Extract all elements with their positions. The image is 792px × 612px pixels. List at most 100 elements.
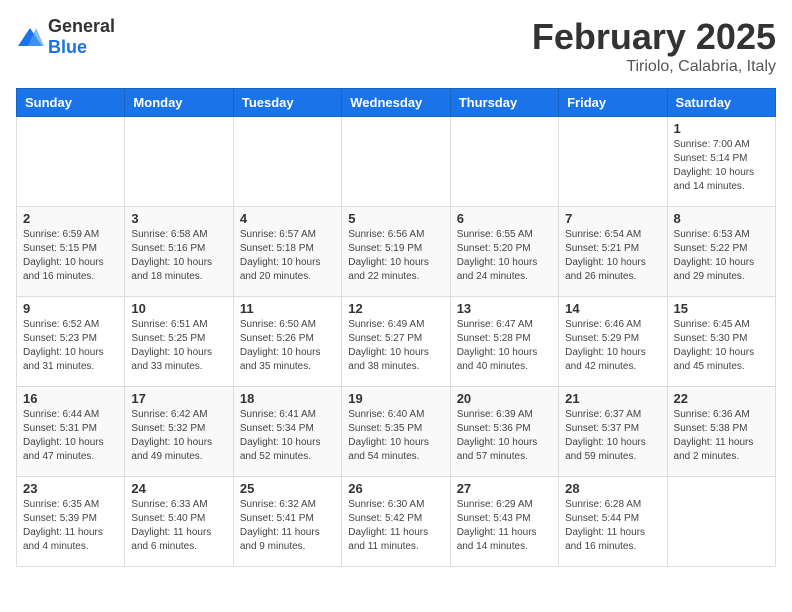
calendar-cell: 8 Sunrise: 6:53 AM Sunset: 5:22 PM Daylig… bbox=[667, 207, 775, 297]
calendar-cell: 23 Sunrise: 6:35 AM Sunset: 5:39 PM Dayli… bbox=[17, 477, 125, 567]
day-info: Sunrise: 6:41 AM Sunset: 5:34 PM Dayligh… bbox=[240, 408, 335, 464]
calendar-week-row: 1Sunrise: 7:00 AM Sunset: 5:14 PM Daylig… bbox=[17, 117, 776, 207]
day-number: 11 bbox=[240, 301, 335, 316]
day-info: Sunrise: 6:44 AM Sunset: 5:31 PM Dayligh… bbox=[23, 408, 118, 464]
day-number: 21 bbox=[565, 391, 660, 406]
calendar-cell: 13 Sunrise: 6:47 AM Sunset: 5:28 PM Dayli… bbox=[450, 297, 558, 387]
calendar-cell: 16Sunrise: 6:44 AM Sunset: 5:31 PM Dayli… bbox=[17, 387, 125, 477]
calendar-cell: 5 Sunrise: 6:56 AM Sunset: 5:19 PM Daylig… bbox=[342, 207, 450, 297]
day-info: Sunrise: 6:51 AM Sunset: 5:25 PM Dayligh… bbox=[131, 318, 226, 374]
day-info: Sunrise: 6:57 AM Sunset: 5:18 PM Dayligh… bbox=[240, 228, 335, 284]
day-info: Sunrise: 6:49 AM Sunset: 5:27 PM Dayligh… bbox=[348, 318, 443, 374]
calendar-cell: 11 Sunrise: 6:50 AM Sunset: 5:26 PM Dayli… bbox=[233, 297, 341, 387]
day-number: 15 bbox=[674, 301, 769, 316]
day-info: Sunrise: 6:53 AM Sunset: 5:22 PM Dayligh… bbox=[674, 228, 769, 284]
calendar-cell: 19Sunrise: 6:40 AM Sunset: 5:35 PM Dayli… bbox=[342, 387, 450, 477]
day-number: 23 bbox=[23, 481, 118, 496]
calendar-cell: 27 Sunrise: 6:29 AM Sunset: 5:43 PM Dayli… bbox=[450, 477, 558, 567]
calendar-cell: 22 Sunrise: 6:36 AM Sunset: 5:38 PM Dayli… bbox=[667, 387, 775, 477]
day-number: 10 bbox=[131, 301, 226, 316]
day-number: 4 bbox=[240, 211, 335, 226]
calendar-cell: 26 Sunrise: 6:30 AM Sunset: 5:42 PM Dayli… bbox=[342, 477, 450, 567]
day-info: Sunrise: 6:30 AM Sunset: 5:42 PM Dayligh… bbox=[348, 498, 443, 554]
day-number: 25 bbox=[240, 481, 335, 496]
calendar-cell: 24Sunrise: 6:33 AM Sunset: 5:40 PM Dayli… bbox=[125, 477, 233, 567]
day-number: 27 bbox=[457, 481, 552, 496]
day-header-sunday: Sunday bbox=[17, 89, 125, 117]
calendar-cell: 9 Sunrise: 6:52 AM Sunset: 5:23 PM Daylig… bbox=[17, 297, 125, 387]
calendar-cell: 25Sunrise: 6:32 AM Sunset: 5:41 PM Dayli… bbox=[233, 477, 341, 567]
calendar-cell bbox=[17, 117, 125, 207]
day-info: Sunrise: 6:29 AM Sunset: 5:43 PM Dayligh… bbox=[457, 498, 552, 554]
day-header-monday: Monday bbox=[125, 89, 233, 117]
day-info: Sunrise: 6:35 AM Sunset: 5:39 PM Dayligh… bbox=[23, 498, 118, 554]
day-info: Sunrise: 6:36 AM Sunset: 5:38 PM Dayligh… bbox=[674, 408, 769, 464]
calendar-week-row: 23 Sunrise: 6:35 AM Sunset: 5:39 PM Dayli… bbox=[17, 477, 776, 567]
calendar-cell: 17Sunrise: 6:42 AM Sunset: 5:32 PM Dayli… bbox=[125, 387, 233, 477]
day-info: Sunrise: 6:37 AM Sunset: 5:37 PM Dayligh… bbox=[565, 408, 660, 464]
day-number: 1 bbox=[674, 121, 769, 136]
day-header-wednesday: Wednesday bbox=[342, 89, 450, 117]
calendar-cell: 1Sunrise: 7:00 AM Sunset: 5:14 PM Daylig… bbox=[667, 117, 775, 207]
day-info: Sunrise: 6:56 AM Sunset: 5:19 PM Dayligh… bbox=[348, 228, 443, 284]
calendar-cell: 7Sunrise: 6:54 AM Sunset: 5:21 PM Daylig… bbox=[559, 207, 667, 297]
calendar-cell bbox=[125, 117, 233, 207]
day-number: 24 bbox=[131, 481, 226, 496]
calendar-week-row: 16Sunrise: 6:44 AM Sunset: 5:31 PM Dayli… bbox=[17, 387, 776, 477]
day-number: 22 bbox=[674, 391, 769, 406]
calendar-cell bbox=[450, 117, 558, 207]
calendar-cell: 2 Sunrise: 6:59 AM Sunset: 5:15 PM Daylig… bbox=[17, 207, 125, 297]
day-info: Sunrise: 6:59 AM Sunset: 5:15 PM Dayligh… bbox=[23, 228, 118, 284]
day-number: 5 bbox=[348, 211, 443, 226]
calendar-week-row: 2 Sunrise: 6:59 AM Sunset: 5:15 PM Daylig… bbox=[17, 207, 776, 297]
day-number: 26 bbox=[348, 481, 443, 496]
day-number: 2 bbox=[23, 211, 118, 226]
day-header-friday: Friday bbox=[559, 89, 667, 117]
calendar-cell: 4 Sunrise: 6:57 AM Sunset: 5:18 PM Daylig… bbox=[233, 207, 341, 297]
calendar-week-row: 9 Sunrise: 6:52 AM Sunset: 5:23 PM Daylig… bbox=[17, 297, 776, 387]
day-number: 12 bbox=[348, 301, 443, 316]
day-info: Sunrise: 6:50 AM Sunset: 5:26 PM Dayligh… bbox=[240, 318, 335, 374]
day-info: Sunrise: 6:55 AM Sunset: 5:20 PM Dayligh… bbox=[457, 228, 552, 284]
day-number: 17 bbox=[131, 391, 226, 406]
calendar-cell: 14 Sunrise: 6:46 AM Sunset: 5:29 PM Dayli… bbox=[559, 297, 667, 387]
logo-icon bbox=[16, 26, 44, 48]
logo-blue: Blue bbox=[48, 37, 87, 57]
day-number: 28 bbox=[565, 481, 660, 496]
month-title: February 2025 bbox=[532, 16, 776, 58]
logo-general: General bbox=[48, 16, 115, 36]
day-number: 9 bbox=[23, 301, 118, 316]
day-number: 14 bbox=[565, 301, 660, 316]
logo: General Blue bbox=[16, 16, 115, 58]
calendar-cell: 10 Sunrise: 6:51 AM Sunset: 5:25 PM Dayli… bbox=[125, 297, 233, 387]
calendar-cell bbox=[559, 117, 667, 207]
day-number: 8 bbox=[674, 211, 769, 226]
calendar-header-row: SundayMondayTuesdayWednesdayThursdayFrid… bbox=[17, 89, 776, 117]
day-number: 3 bbox=[131, 211, 226, 226]
day-info: Sunrise: 6:46 AM Sunset: 5:29 PM Dayligh… bbox=[565, 318, 660, 374]
calendar-cell: 20 Sunrise: 6:39 AM Sunset: 5:36 PM Dayli… bbox=[450, 387, 558, 477]
calendar-cell bbox=[667, 477, 775, 567]
calendar-cell: 12 Sunrise: 6:49 AM Sunset: 5:27 PM Dayli… bbox=[342, 297, 450, 387]
calendar-cell: 6 Sunrise: 6:55 AM Sunset: 5:20 PM Daylig… bbox=[450, 207, 558, 297]
day-info: Sunrise: 6:40 AM Sunset: 5:35 PM Dayligh… bbox=[348, 408, 443, 464]
calendar-cell: 21 Sunrise: 6:37 AM Sunset: 5:37 PM Dayli… bbox=[559, 387, 667, 477]
day-info: Sunrise: 6:47 AM Sunset: 5:28 PM Dayligh… bbox=[457, 318, 552, 374]
day-number: 13 bbox=[457, 301, 552, 316]
day-info: Sunrise: 6:39 AM Sunset: 5:36 PM Dayligh… bbox=[457, 408, 552, 464]
day-header-thursday: Thursday bbox=[450, 89, 558, 117]
calendar-cell: 3Sunrise: 6:58 AM Sunset: 5:16 PM Daylig… bbox=[125, 207, 233, 297]
page-header: General Blue February 2025 Tiriolo, Cala… bbox=[16, 16, 776, 76]
calendar-cell bbox=[342, 117, 450, 207]
day-number: 20 bbox=[457, 391, 552, 406]
day-header-tuesday: Tuesday bbox=[233, 89, 341, 117]
calendar-cell: 28 Sunrise: 6:28 AM Sunset: 5:44 PM Dayli… bbox=[559, 477, 667, 567]
calendar-table: SundayMondayTuesdayWednesdayThursdayFrid… bbox=[16, 88, 776, 567]
day-number: 18 bbox=[240, 391, 335, 406]
day-info: Sunrise: 6:52 AM Sunset: 5:23 PM Dayligh… bbox=[23, 318, 118, 374]
day-number: 6 bbox=[457, 211, 552, 226]
calendar-cell: 18 Sunrise: 6:41 AM Sunset: 5:34 PM Dayli… bbox=[233, 387, 341, 477]
location-title: Tiriolo, Calabria, Italy bbox=[532, 58, 776, 76]
day-info: Sunrise: 6:28 AM Sunset: 5:44 PM Dayligh… bbox=[565, 498, 660, 554]
logo-text: General Blue bbox=[48, 16, 115, 58]
